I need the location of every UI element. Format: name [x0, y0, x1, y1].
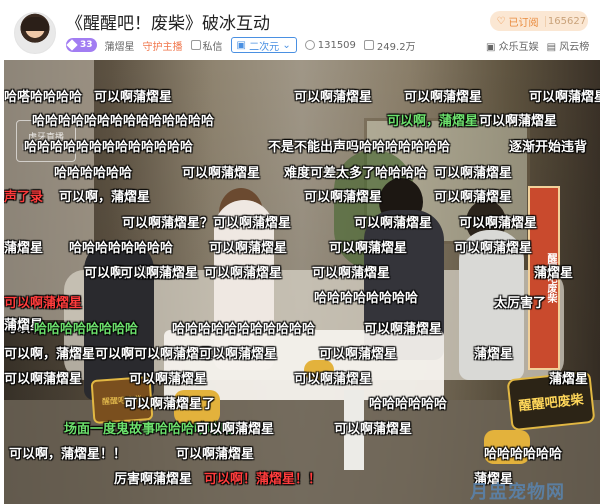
- tag-guild[interactable]: ▣ 众乐互娱: [486, 38, 539, 53]
- danmaku-comment: 可以啊，蒲熠星！！: [9, 447, 127, 462]
- guild-icon: ▣: [486, 42, 499, 53]
- danmaku-comment: 可以啊蒲熠星: [129, 372, 208, 387]
- room-tags: ▣ 众乐互娱 ▤ 风云榜: [486, 38, 589, 53]
- danmaku-comment: 可以啊蒲熠星: [529, 90, 600, 105]
- rank-icon: ▤: [546, 42, 560, 53]
- danmaku-comment: 可以啊蒲熠星: [434, 190, 513, 205]
- danmaku-comment: 可以啊蒲熠星: [404, 90, 483, 105]
- danmaku-comment: 可以啊蒲熠星: [4, 296, 83, 311]
- danmaku-comment: 难度可差太多了哈哈哈哈: [284, 166, 428, 181]
- danmaku-comment: 可以啊蒲熠星: [364, 322, 443, 337]
- danmaku-comment: 可以啊蒲熠星了: [124, 397, 216, 412]
- mail-icon: [190, 40, 201, 50]
- room-header: 《醒醒吧！废柴》破冰互动 33 蒲熠星 守护主播 私信 ▣ 二次元 ⌄ 1315…: [0, 0, 600, 60]
- danmaku-comment: 哈嗒哈哈哈哈: [4, 90, 83, 105]
- danmaku-comment: 蒲熠星: [474, 347, 514, 362]
- danmaku-comment: 蒲熠星: [4, 241, 44, 256]
- danmaku-comment: 哈哈哈哈哈哈哈哈: [314, 291, 419, 306]
- danmaku-comment: 哈哈哈哈哈哈: [484, 447, 563, 462]
- danmaku-comment: 可以啊蒲熠星: [312, 266, 391, 281]
- streamer-name[interactable]: 蒲熠星: [105, 38, 135, 53]
- room-title: 《醒醒吧！废柴》破冰互动: [66, 14, 270, 34]
- level-badge: 33: [66, 38, 97, 52]
- danmaku-comment: 哈哈哈哈哈哈哈哈哈哈哈: [172, 322, 316, 337]
- eye-icon: [304, 40, 315, 50]
- danmaku-comment: 可以啊，蒲熠星可以啊可以啊蒲熠星: [4, 347, 213, 362]
- danmaku-comment: 可以啊蒲熠星: [196, 422, 275, 437]
- danmaku-comment: 可以啊蒲熠星: [479, 114, 558, 129]
- danmaku-comment: 厉害啊蒲熠星: [114, 472, 193, 487]
- danmaku-comment: 哈哈哈哈哈哈: [54, 166, 133, 181]
- danmaku-comment: 可以啊蒲熠星: [334, 422, 413, 437]
- danmaku-comment: 可以啊蒲熠星: [294, 372, 373, 387]
- danmaku-comment: 不是不能出声吗哈哈哈哈哈哈哈: [268, 140, 451, 155]
- site-watermark: 月盅宠物网: [470, 482, 565, 503]
- danmaku-comment: 哈哈哈哈哈哈哈哈: [34, 322, 139, 337]
- danmaku-comment: 可以啊蒲熠星: [454, 241, 533, 256]
- follow-button[interactable]: ♡ 已订阅 165627: [490, 11, 588, 31]
- danmaku-comment: 可以啊！蒲熠星！！: [204, 472, 322, 487]
- room-meta: 33 蒲熠星 守护主播 私信 ▣ 二次元 ⌄ 131509 249.2万: [66, 37, 416, 53]
- danmaku-comment: 可以啊蒲熠星: [434, 166, 513, 181]
- private-message-button[interactable]: 私信: [190, 38, 223, 53]
- tag-rank[interactable]: ▤ 风云榜: [547, 38, 590, 53]
- danmaku-comment: 可以啊蒲熠星: [354, 216, 433, 231]
- danmaku-comment: 可以啊蒲熠星: [94, 90, 173, 105]
- video-player[interactable]: 虎牙直播 HUYA.COM 醒醒吧废柴 醒醒吧废柴 醒醒吧废柴 哈嗒哈哈哈哈 可以啊…: [4, 60, 600, 504]
- danmaku-comment: 可以啊蒲熠星: [176, 447, 255, 462]
- danmaku-comment: 可以啊蒲熠星: [199, 347, 278, 362]
- danmaku-comment: 哈哈哈哈哈哈: [369, 397, 448, 412]
- danmaku-comment: 可以啊蒲熠星: [294, 90, 373, 105]
- danmaku-comment: 蒲熠星: [549, 372, 589, 387]
- danmaku-comment: 声了录: [4, 190, 44, 205]
- danmaku-comment: 哈哈哈哈哈哈哈哈: [69, 241, 174, 256]
- level-gem-icon: [66, 39, 78, 51]
- danmaku-comment: 可以啊蒲熠星: [319, 347, 398, 362]
- danmaku-comment: 哈哈哈哈哈哈哈哈哈哈哈哈哈: [24, 140, 194, 155]
- danmaku-comment: 可以啊蒲熠星？可以啊蒲熠星: [122, 216, 292, 231]
- danmaku-comment: 可以啊，蒲熠星: [59, 190, 151, 205]
- danmaku-comment: 可以啊蒲熠星: [204, 266, 283, 281]
- danmaku-comment: 蒲熠星: [534, 266, 574, 281]
- view-count: 131509: [304, 40, 356, 51]
- danmaku-comment: 可以啊蒲熠星: [209, 241, 288, 256]
- danmaku-comment: 逐渐开始违背: [509, 140, 588, 155]
- guard-link[interactable]: 守护主播: [143, 38, 183, 53]
- danmaku-comment: 可以啊蒲熠星: [329, 241, 408, 256]
- danmaku-comment: 太厉害了: [494, 296, 547, 311]
- fan-count: 249.2万: [363, 38, 416, 53]
- people-icon: [363, 40, 374, 50]
- danmaku-comment: 可以啊蒲熠星: [459, 216, 538, 231]
- tv-icon: ▣: [236, 39, 250, 51]
- danmaku-comment: 可以啊蒲熠星: [120, 266, 199, 281]
- danmaku-comment: 可以啊蒲熠星: [182, 166, 261, 181]
- danmaku-comment: 可以啊蒲熠星: [304, 190, 383, 205]
- danmaku-comment: 哈哈哈哈哈哈哈哈哈哈哈哈哈哈: [32, 114, 215, 129]
- follow-count: 165627: [545, 15, 588, 27]
- danmaku-comment: 可以啊蒲熠星: [4, 372, 83, 387]
- category-tag[interactable]: ▣ 二次元 ⌄: [230, 37, 297, 53]
- heart-icon: ♡: [496, 15, 506, 27]
- streamer-avatar[interactable]: [14, 12, 56, 54]
